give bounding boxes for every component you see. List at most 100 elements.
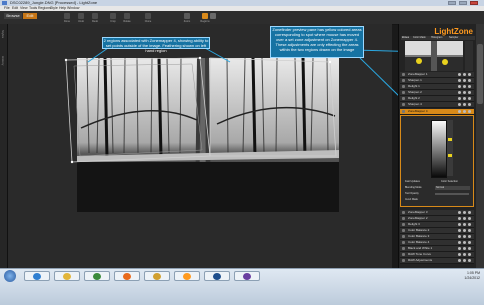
delete-icon[interactable] <box>468 110 471 113</box>
region-icon[interactable] <box>202 13 208 19</box>
reset-icon[interactable] <box>463 229 466 232</box>
delete-icon[interactable] <box>468 211 471 214</box>
reset-icon[interactable] <box>463 91 466 94</box>
zone-handle[interactable] <box>448 138 452 141</box>
delete-icon[interactable] <box>468 241 471 244</box>
tool-enable-checkbox[interactable] <box>402 259 405 262</box>
tool-enable-checkbox[interactable] <box>402 73 405 76</box>
eye-icon[interactable] <box>458 247 461 250</box>
zone-scale[interactable] <box>431 120 447 178</box>
taskbar-explorer[interactable] <box>54 271 80 281</box>
tool-enable-checkbox[interactable] <box>402 85 405 88</box>
reset-icon[interactable] <box>463 110 466 113</box>
eye-icon[interactable] <box>458 235 461 238</box>
delete-icon[interactable] <box>468 259 471 262</box>
delete-icon[interactable] <box>468 79 471 82</box>
preview-scrollbar[interactable] <box>465 41 473 71</box>
tool-enable-checkbox[interactable] <box>402 217 405 220</box>
tab-color-mask[interactable]: Color Mask <box>413 36 426 40</box>
delete-icon[interactable] <box>468 247 471 250</box>
eye-icon[interactable] <box>458 241 461 244</box>
tab-histogram[interactable]: Histogram <box>431 36 442 40</box>
taskbar-photoshop[interactable] <box>204 271 230 281</box>
reset-icon[interactable] <box>463 85 466 88</box>
delete-icon[interactable] <box>468 229 471 232</box>
reset-icon[interactable] <box>463 253 466 256</box>
tool-enable-checkbox[interactable] <box>402 211 405 214</box>
blend-mode-select[interactable]: Normal <box>435 186 470 190</box>
fast-updates-checkbox[interactable]: Fast Updates <box>405 180 420 184</box>
tool-enable-checkbox[interactable] <box>402 79 405 82</box>
reset-icon[interactable] <box>463 103 466 106</box>
eye-icon[interactable] <box>458 110 461 113</box>
tool-enable-checkbox[interactable] <box>402 91 405 94</box>
eye-icon[interactable] <box>458 79 461 82</box>
reset-icon[interactable] <box>463 211 466 214</box>
eye-icon[interactable] <box>458 217 461 220</box>
region-outlines[interactable] <box>60 52 360 172</box>
taskbar-firefox[interactable] <box>114 271 140 281</box>
taskbar-other[interactable] <box>234 271 260 281</box>
eye-icon[interactable] <box>458 97 461 100</box>
undo-icon[interactable] <box>78 13 84 19</box>
tool-enable-checkbox[interactable] <box>402 241 405 244</box>
eye-icon[interactable] <box>458 223 461 226</box>
browse-button[interactable]: Browse <box>4 13 22 19</box>
eye-icon[interactable] <box>458 85 461 88</box>
zone-handle[interactable] <box>448 154 452 157</box>
styles-tab[interactable]: Styles <box>1 30 5 38</box>
eye-icon[interactable] <box>458 253 461 256</box>
close-button[interactable] <box>470 1 478 5</box>
minimize-button[interactable] <box>448 1 456 5</box>
eye-icon[interactable] <box>458 73 461 76</box>
start-button[interactable] <box>4 270 16 282</box>
redo-icon[interactable] <box>92 13 98 19</box>
delete-icon[interactable] <box>468 85 471 88</box>
opacity-slider[interactable] <box>435 193 469 195</box>
delete-icon[interactable] <box>468 73 471 76</box>
tool-enable-checkbox[interactable] <box>402 253 405 256</box>
taskbar-folder[interactable] <box>144 271 170 281</box>
crop-icon[interactable] <box>110 13 116 19</box>
delete-icon[interactable] <box>468 91 471 94</box>
history-tab[interactable]: History <box>1 56 5 65</box>
reset-icon[interactable] <box>463 73 466 76</box>
done-icon[interactable] <box>64 13 70 19</box>
delete-icon[interactable] <box>468 97 471 100</box>
reset-icon[interactable] <box>463 217 466 220</box>
tool-enable-checkbox[interactable] <box>402 103 405 106</box>
clone-icon[interactable] <box>145 13 151 19</box>
zoom-icon[interactable] <box>184 13 190 19</box>
eye-icon[interactable] <box>458 229 461 232</box>
delete-icon[interactable] <box>468 235 471 238</box>
eye-icon[interactable] <box>458 259 461 262</box>
taskbar-lightzone[interactable] <box>174 271 200 281</box>
system-clock[interactable]: 1:05 PM 1/24/2012 <box>440 271 480 281</box>
tool-enable-checkbox[interactable] <box>402 110 405 113</box>
tool-enable-checkbox[interactable] <box>402 223 405 226</box>
color-selection-checkbox[interactable]: Color Selection <box>441 180 458 184</box>
invert-mask-checkbox[interactable]: Invert Mask <box>405 198 418 202</box>
tab-zones[interactable]: Zones <box>402 36 409 40</box>
tool-enable-checkbox[interactable] <box>402 229 405 232</box>
taskbar-media[interactable] <box>84 271 110 281</box>
eye-icon[interactable] <box>458 103 461 106</box>
tool-row-raw-adjustments[interactable]: RAW Adjustments <box>400 258 474 264</box>
delete-icon[interactable] <box>468 223 471 226</box>
rotate-icon[interactable] <box>124 13 130 19</box>
eye-icon[interactable] <box>458 91 461 94</box>
delete-icon[interactable] <box>468 103 471 106</box>
delete-icon[interactable] <box>468 217 471 220</box>
reset-icon[interactable] <box>463 259 466 262</box>
region-shape-icon[interactable] <box>210 13 216 19</box>
reset-icon[interactable] <box>463 241 466 244</box>
reset-icon[interactable] <box>463 79 466 82</box>
reset-icon[interactable] <box>463 235 466 238</box>
scrollbar-thumb[interactable] <box>477 44 483 104</box>
taskbar-ie[interactable] <box>24 271 50 281</box>
edit-button[interactable]: Edit <box>23 13 37 19</box>
tool-enable-checkbox[interactable] <box>402 235 405 238</box>
zone-slider-track[interactable] <box>447 120 453 176</box>
tool-enable-checkbox[interactable] <box>402 97 405 100</box>
tool-enable-checkbox[interactable] <box>402 247 405 250</box>
